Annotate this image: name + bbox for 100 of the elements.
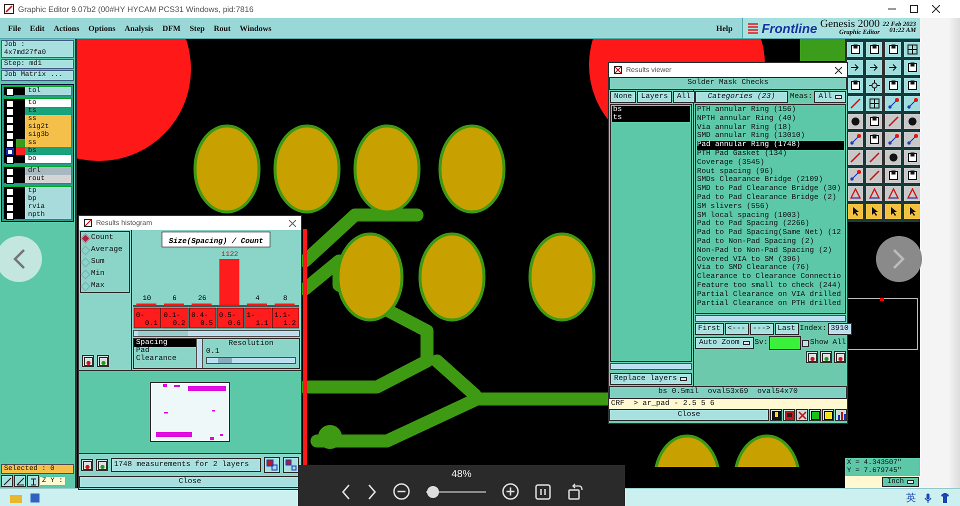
horizontal-scrollbar[interactable]: [695, 315, 846, 322]
chevron-left-icon[interactable]: [340, 484, 350, 500]
icon-button[interactable]: [806, 351, 818, 363]
menu-item[interactable]: DFM: [162, 24, 181, 32]
close-icon[interactable]: [289, 220, 296, 226]
tool-button[interactable]: [865, 59, 883, 76]
menu-item[interactable]: Rout: [214, 24, 231, 32]
layer-checkbox[interactable]: [6, 108, 14, 116]
layer-checkbox[interactable]: [6, 212, 14, 220]
tool-button[interactable]: [884, 131, 902, 148]
tool-button[interactable]: [884, 41, 902, 58]
layer-checkbox[interactable]: [6, 148, 14, 156]
icon-button[interactable]: [81, 459, 93, 471]
tool-button[interactable]: [865, 149, 883, 166]
tool-button[interactable]: [884, 149, 902, 166]
layer-checkbox[interactable]: [6, 100, 14, 108]
horizontal-scrollbar[interactable]: [133, 330, 300, 337]
tool-button[interactable]: [884, 77, 902, 94]
tool-button[interactable]: [903, 203, 921, 220]
input-method-label[interactable]: 英: [906, 491, 916, 505]
help-menu[interactable]: Help: [716, 24, 733, 32]
tool-button[interactable]: [903, 77, 921, 94]
tool-button[interactable]: [14, 475, 26, 487]
menu-item[interactable]: Step: [190, 24, 205, 32]
tool-button[interactable]: [1, 475, 13, 487]
zoom-in-icon[interactable]: [502, 483, 518, 500]
icon-button[interactable]: [822, 409, 834, 421]
tool-button[interactable]: [865, 167, 883, 184]
tool-button[interactable]: [865, 41, 883, 58]
resolution-slider[interactable]: [206, 357, 296, 364]
tool-button[interactable]: [903, 167, 921, 184]
icon-button[interactable]: [82, 355, 94, 367]
icon-button[interactable]: [820, 351, 832, 363]
tool-button[interactable]: [884, 203, 902, 220]
menu-item[interactable]: Actions: [54, 24, 80, 32]
tool-button[interactable]: [903, 149, 921, 166]
icon-button[interactable]: [783, 409, 795, 421]
sv-dropdown[interactable]: [769, 336, 801, 350]
radio-button[interactable]: [80, 269, 90, 279]
layer-checkbox[interactable]: [6, 88, 14, 96]
icon-button[interactable]: [796, 409, 808, 421]
tool-button[interactable]: [903, 185, 921, 202]
layer-checkbox[interactable]: [6, 168, 14, 176]
radio-button[interactable]: [80, 257, 90, 267]
icon-button[interactable]: [264, 457, 280, 473]
window-icon[interactable]: [30, 493, 40, 503]
menu-item[interactable]: Edit: [30, 24, 45, 32]
icon-button[interactable]: [97, 355, 109, 367]
radio-button[interactable]: [80, 245, 90, 255]
tool-button[interactable]: [903, 95, 921, 112]
slider-thumb[interactable]: [218, 358, 232, 363]
close-button[interactable]: [930, 3, 942, 15]
layer-checkbox[interactable]: [6, 204, 14, 212]
tool-button[interactable]: [865, 185, 883, 202]
rotate-icon[interactable]: [566, 483, 582, 500]
radio-button[interactable]: [80, 233, 90, 243]
zoom-out-icon[interactable]: [392, 483, 410, 500]
icon-button[interactable]: [835, 409, 847, 421]
layer-checkbox[interactable]: [6, 196, 14, 204]
tool-button[interactable]: [884, 167, 902, 184]
layer-checkbox[interactable]: [6, 140, 14, 148]
slider-thumb[interactable]: [426, 486, 439, 498]
show-all-checkbox[interactable]: [802, 340, 809, 346]
menu-item[interactable]: Analysis: [124, 24, 154, 32]
radio-button[interactable]: [80, 281, 90, 291]
maximize-button[interactable]: [908, 3, 920, 15]
vertical-scrollbar[interactable]: [196, 339, 203, 368]
chevron-right-icon[interactable]: [366, 484, 376, 500]
fit-icon[interactable]: [534, 484, 550, 500]
tool-button[interactable]: [846, 41, 864, 58]
tool-button[interactable]: [865, 95, 883, 112]
tool-button[interactable]: [903, 113, 921, 130]
close-icon[interactable]: [835, 66, 842, 74]
tool-button[interactable]: [903, 131, 921, 148]
layer-checkbox[interactable]: [6, 124, 14, 132]
tool-button[interactable]: [27, 475, 39, 487]
menu-item[interactable]: File: [8, 24, 21, 32]
tool-button[interactable]: [846, 59, 864, 76]
icon-button[interactable]: [770, 409, 782, 421]
tool-button[interactable]: [903, 41, 921, 58]
layer-checkbox[interactable]: [6, 188, 14, 196]
layer-checkbox[interactable]: [6, 116, 14, 124]
tool-button[interactable]: [865, 113, 883, 130]
microphone-icon[interactable]: [924, 493, 932, 503]
layer-checkbox[interactable]: [6, 156, 14, 164]
icon-button[interactable]: [834, 351, 846, 363]
tool-button[interactable]: [865, 203, 883, 220]
tool-button[interactable]: [884, 59, 902, 76]
shirt-icon[interactable]: [940, 493, 950, 503]
icon-button[interactable]: [96, 459, 108, 471]
tool-button[interactable]: [884, 185, 902, 202]
tool-button[interactable]: [865, 77, 883, 94]
tool-button[interactable]: [884, 113, 902, 130]
layer-checkbox[interactable]: [6, 132, 14, 140]
tool-button[interactable]: [884, 95, 902, 112]
horizontal-scrollbar[interactable]: [610, 363, 692, 370]
menu-item[interactable]: Options: [88, 24, 116, 32]
tool-button[interactable]: [903, 59, 921, 76]
tool-button[interactable]: [865, 131, 883, 148]
layer-checkbox[interactable]: [6, 176, 14, 184]
